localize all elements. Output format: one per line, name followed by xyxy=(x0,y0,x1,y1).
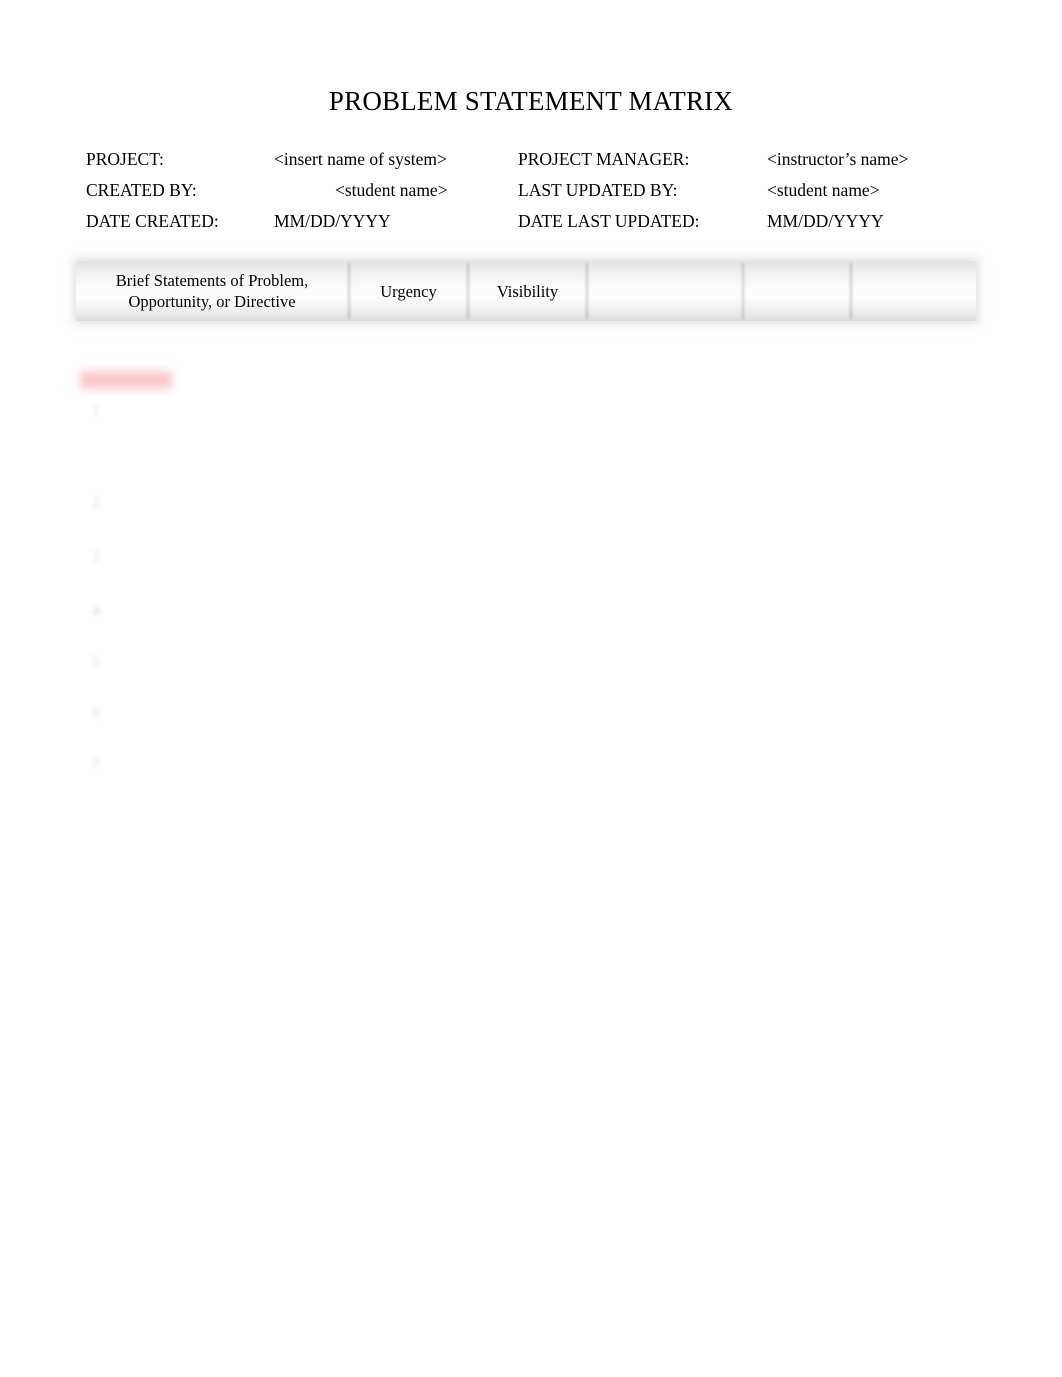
metadata-row: PROJECT: <insert name of system> PROJECT… xyxy=(86,148,986,179)
column-header-redacted-4 xyxy=(588,261,742,321)
project-value: <insert name of system> xyxy=(274,149,447,169)
metadata-row: DATE CREATED: MM/DD/YYYY DATE LAST UPDAT… xyxy=(86,210,986,241)
row-number: 2 xyxy=(92,495,100,511)
date-created-label: DATE CREATED: xyxy=(86,211,219,231)
column-separator xyxy=(348,263,350,319)
problem-statement-matrix-table: Brief Statements of Problem, Opportunity… xyxy=(76,261,976,772)
column-separator xyxy=(850,263,852,319)
date-last-updated-value: MM/DD/YYYY xyxy=(767,211,884,231)
project-label: PROJECT: xyxy=(86,149,164,169)
column-separator xyxy=(742,263,744,319)
project-manager-value: <instructor’s name> xyxy=(767,149,909,169)
last-updated-by-label: LAST UPDATED BY: xyxy=(518,180,678,200)
row-number: 7 xyxy=(92,756,100,772)
row-number: 5 xyxy=(92,654,100,670)
row-number: 4 xyxy=(92,603,100,619)
created-by-label: CREATED BY: xyxy=(86,180,197,200)
column-header-brief-statements: Brief Statements of Problem, Opportunity… xyxy=(115,271,309,311)
metadata-row: CREATED BY: <student name> LAST UPDATED … xyxy=(86,179,986,210)
page-title: PROBLEM STATEMENT MATRIX xyxy=(328,86,734,116)
last-updated-by-value: <student name> xyxy=(767,180,880,200)
row-number: 6 xyxy=(92,706,100,722)
table-header-row: Brief Statements of Problem, Opportunity… xyxy=(76,261,976,321)
metadata-block: PROJECT: <insert name of system> PROJECT… xyxy=(86,148,986,241)
row-number: 3 xyxy=(92,549,100,565)
column-header-urgency: Urgency xyxy=(380,281,437,301)
row-number: 1 xyxy=(92,403,100,419)
column-header-visibility: Visibility xyxy=(496,281,559,301)
column-header-redacted-5 xyxy=(744,261,850,321)
created-by-value: <student name> xyxy=(335,180,448,200)
column-separator xyxy=(586,263,588,319)
column-header-redacted-6 xyxy=(852,261,976,321)
date-created-value: MM/DD/YYYY xyxy=(274,211,391,231)
column-separator xyxy=(467,263,469,319)
highlight-marker xyxy=(80,371,172,389)
document-page: PROBLEM STATEMENT MATRIX PROJECT: <inser… xyxy=(0,0,1062,1377)
project-manager-label: PROJECT MANAGER: xyxy=(518,149,690,169)
date-last-updated-label: DATE LAST UPDATED: xyxy=(518,211,700,231)
